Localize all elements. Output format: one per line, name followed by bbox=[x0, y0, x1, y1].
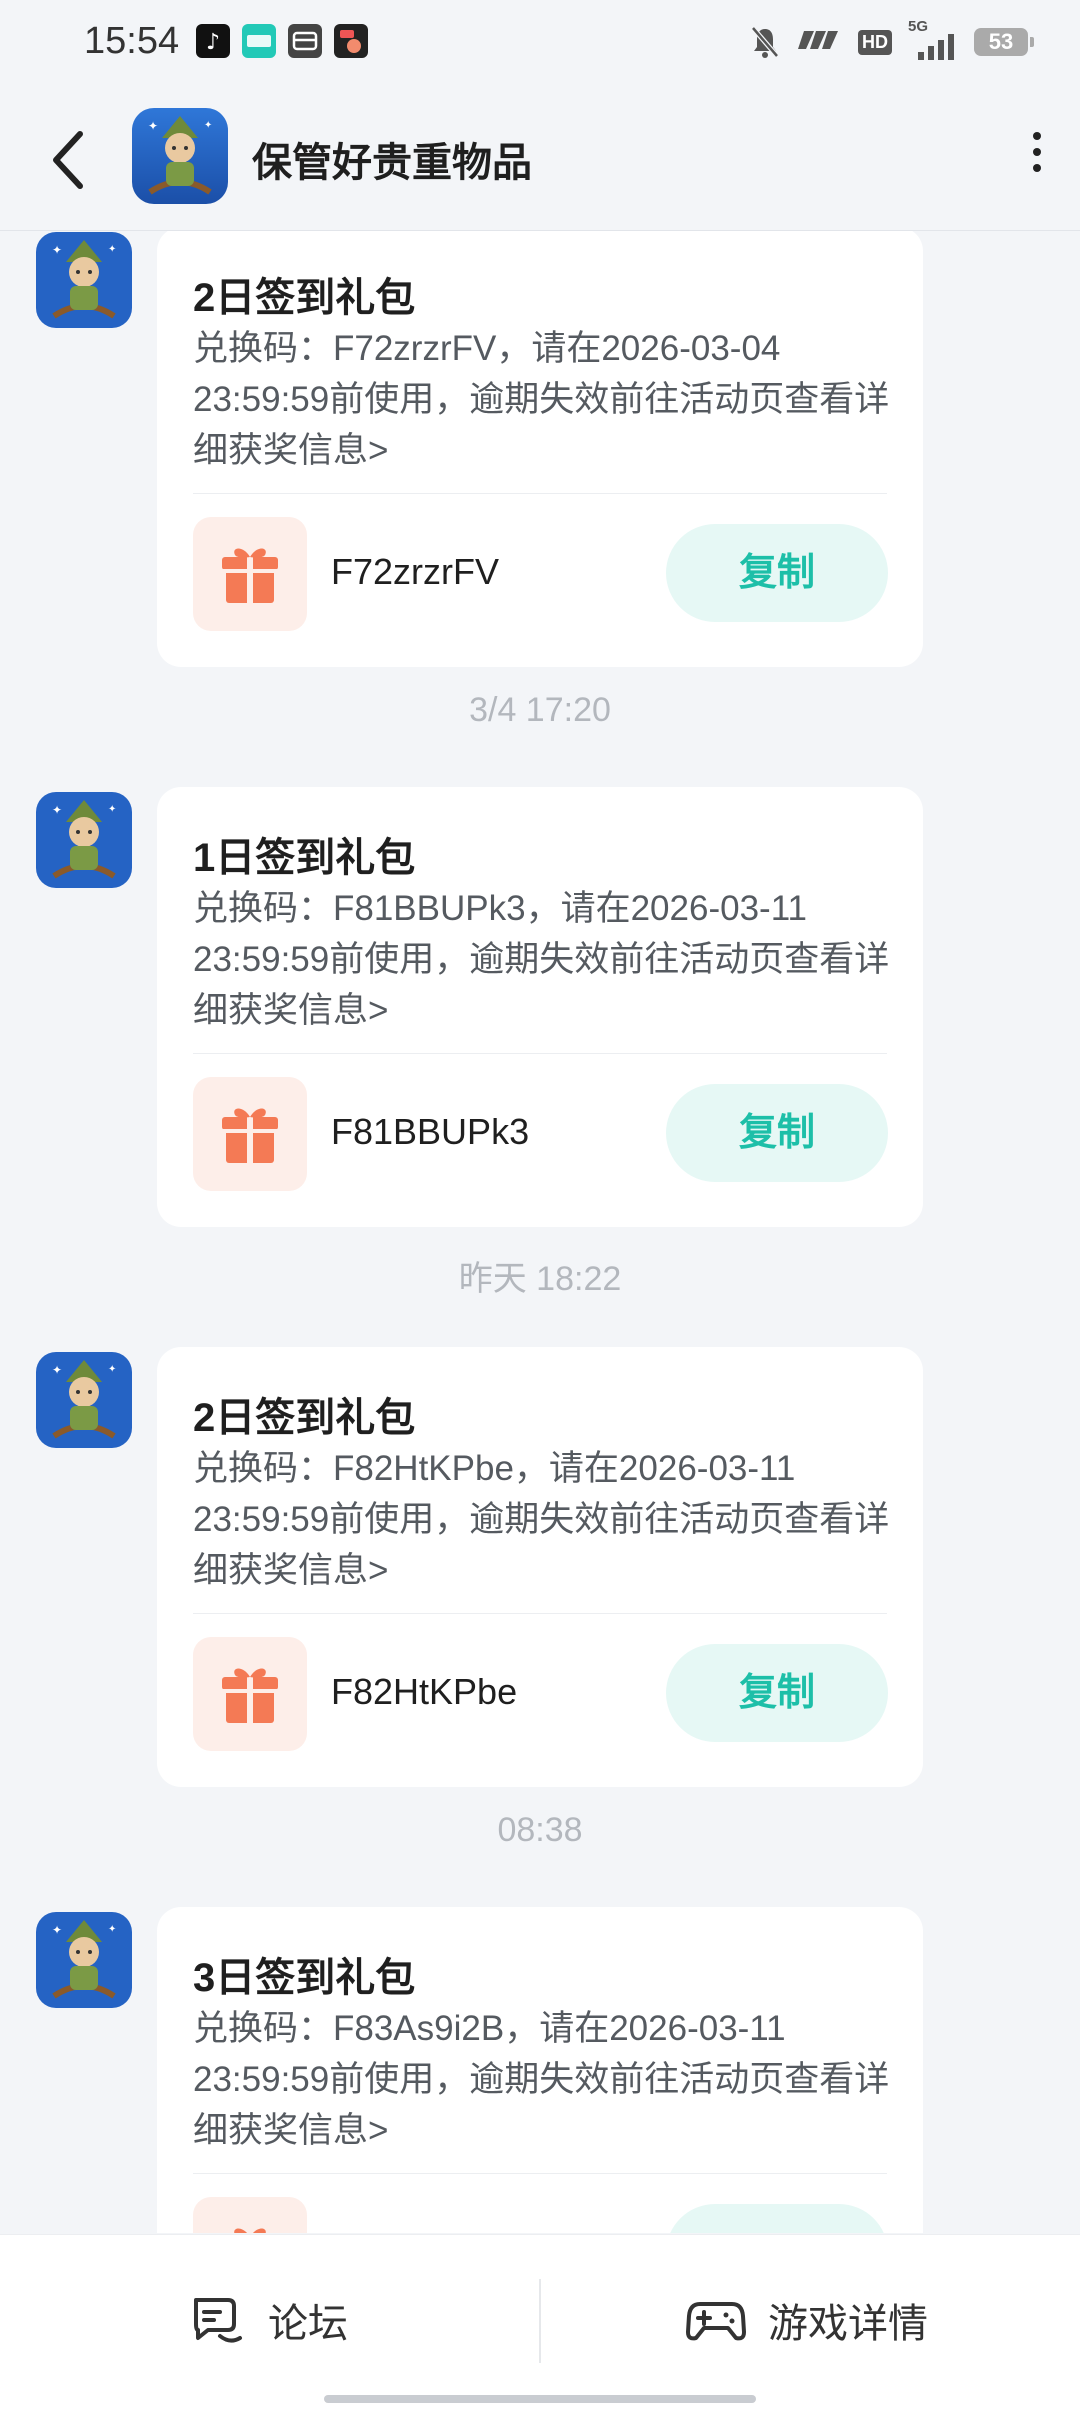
gift-description-link[interactable]: 兑换码：F82HtKPbe，请在2026-03-11 23:59:59前使用，逾… bbox=[193, 1443, 893, 1596]
top-app-notification-icon bbox=[242, 24, 276, 58]
gift-title: 2日签到礼包 bbox=[193, 276, 416, 320]
game-avatar[interactable]: ✦ ✦ bbox=[36, 1352, 132, 1448]
bottom-nav: 论坛 游戏详情 bbox=[0, 2234, 1080, 2409]
gift-title: 1日签到礼包 bbox=[193, 836, 416, 880]
back-arrow-icon bbox=[53, 131, 83, 189]
gift-description-link[interactable]: 兑换码：F72zrzrFV，请在2026-03-04 23:59:59前使用，逾… bbox=[193, 323, 893, 476]
copy-button[interactable]: 复制 bbox=[666, 524, 888, 622]
message-timestamp: 昨天 18:22 bbox=[458, 1260, 622, 1298]
svg-text:✦: ✦ bbox=[52, 243, 62, 257]
app-notification-icon bbox=[334, 24, 368, 58]
status-bar: 15:54 ♪ HD 5G 53 bbox=[0, 0, 1080, 84]
svg-text:✦: ✦ bbox=[108, 1924, 116, 1935]
game-avatar[interactable]: ✦ ✦ bbox=[36, 232, 132, 328]
redeem-code: F72zrzrFV bbox=[331, 551, 500, 592]
gift-message-card: 2日签到礼包 兑换码：F72zrzrFV，请在2026-03-04 23:59:… bbox=[157, 231, 923, 667]
card-divider bbox=[193, 1613, 887, 1614]
gift-title: 2日签到礼包 bbox=[193, 1396, 416, 1440]
game-details-tab[interactable]: 游戏详情 bbox=[686, 2285, 928, 2355]
svg-text:✦: ✦ bbox=[108, 244, 116, 255]
gamepad-icon bbox=[686, 2302, 746, 2341]
gift-icon bbox=[193, 1637, 307, 1751]
forum-label: 论坛 bbox=[268, 2302, 348, 2346]
home-indicator[interactable] bbox=[324, 2395, 756, 2403]
copy-button[interactable] bbox=[666, 2204, 888, 2233]
svg-text:✦: ✦ bbox=[108, 804, 116, 815]
game-avatar[interactable]: ✦ ✦ bbox=[36, 792, 132, 888]
copy-button[interactable]: 复制 bbox=[666, 1644, 888, 1742]
gift-icon bbox=[193, 1077, 307, 1191]
gift-description-link[interactable]: 兑换码：F83As9i2B，请在2026-03-11 23:59:59前使用，逾… bbox=[193, 2003, 893, 2156]
card-divider bbox=[193, 493, 887, 494]
tiktok-notification-icon: ♪ bbox=[196, 24, 230, 58]
gift-message-card: 1日签到礼包 兑换码：F81BBUPk3，请在2026-03-11 23:59:… bbox=[157, 787, 923, 1227]
card-divider bbox=[193, 1053, 887, 1054]
svg-text:✦: ✦ bbox=[148, 119, 158, 133]
back-button[interactable] bbox=[40, 120, 100, 200]
gift-icon bbox=[193, 2197, 307, 2233]
gift-description-link[interactable]: 兑换码：F81BBUPk3，请在2026-03-11 23:59:59前使用，逾… bbox=[193, 883, 893, 1036]
svg-text:✦: ✦ bbox=[108, 1364, 116, 1375]
game-avatar[interactable]: ✦ ✦ bbox=[132, 108, 228, 204]
mute-bell-icon bbox=[750, 25, 780, 59]
cellular-signal-icon: 5G bbox=[908, 18, 958, 60]
hd-badge: HD bbox=[858, 29, 892, 55]
page-title: 保管好贵重物品 bbox=[252, 141, 532, 185]
svg-text:✦: ✦ bbox=[52, 1923, 62, 1937]
game-avatar[interactable]: ✦ ✦ bbox=[36, 1912, 132, 2008]
game-details-label: 游戏详情 bbox=[768, 2302, 928, 2346]
svg-text:✦: ✦ bbox=[204, 120, 212, 131]
gift-message-card: 2日签到礼包 兑换码：F82HtKPbe，请在2026-03-11 23:59:… bbox=[157, 1347, 923, 1787]
forum-tab[interactable]: 论坛 bbox=[190, 2285, 348, 2355]
copy-button[interactable]: 复制 bbox=[666, 1084, 888, 1182]
message-list[interactable]: ✦ ✦ 2日签到礼包 兑换码：F72zrzrFV，请在2026-03-04 23:… bbox=[0, 231, 1080, 2233]
svg-text:✦: ✦ bbox=[52, 803, 62, 817]
redeem-code: F82HtKPbe bbox=[331, 1671, 518, 1712]
svg-text:♪: ♪ bbox=[206, 30, 220, 55]
forum-chat-icon bbox=[194, 2298, 242, 2343]
card-notification-icon bbox=[288, 24, 322, 58]
svg-text:✦: ✦ bbox=[52, 1363, 62, 1377]
battery-indicator: 53 bbox=[974, 28, 1034, 56]
more-vertical-icon bbox=[1012, 132, 1062, 172]
more-options-button[interactable] bbox=[1012, 124, 1062, 194]
status-time: 15:54 bbox=[84, 20, 180, 62]
message-timestamp: 08:38 bbox=[497, 1811, 583, 1849]
card-divider bbox=[193, 2173, 887, 2174]
redeem-code: F81BBUPk3 bbox=[331, 1111, 530, 1152]
gift-message-card: 3日签到礼包 兑换码：F83As9i2B，请在2026-03-11 23:59:… bbox=[157, 1907, 923, 2233]
signal-speed-icon bbox=[796, 29, 842, 56]
message-timestamp: 3/4 17:20 bbox=[469, 691, 611, 729]
header-bar: ✦ ✦ 保管好贵重物品 bbox=[0, 84, 1080, 231]
nav-divider bbox=[539, 2279, 541, 2363]
gift-title: 3日签到礼包 bbox=[193, 1956, 416, 2000]
gift-icon bbox=[193, 517, 307, 631]
